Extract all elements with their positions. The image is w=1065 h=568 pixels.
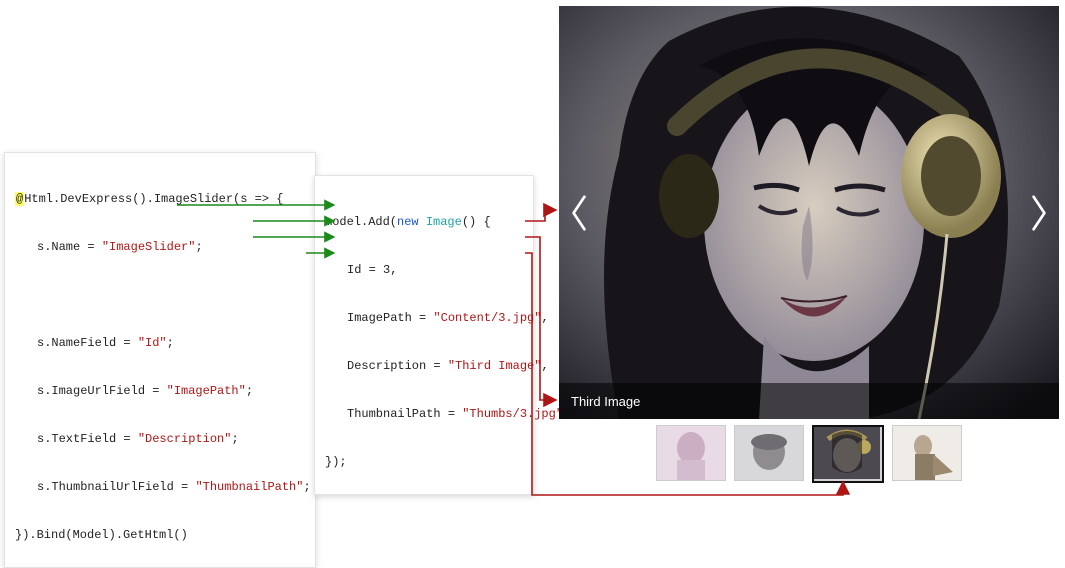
razor-at: @ <box>15 192 24 206</box>
code-text: ImagePath = <box>347 311 433 325</box>
code-text <box>419 215 426 229</box>
code-text: ; <box>231 432 238 446</box>
code-string: "Content/3.jpg" <box>433 311 541 325</box>
code-string: "Id" <box>138 336 167 350</box>
chevron-left-icon <box>568 195 590 231</box>
thumbnail-3[interactable] <box>812 425 884 483</box>
image-slider: Third Image <box>559 6 1059 483</box>
caption-bar: Third Image <box>559 383 1059 419</box>
code-text: , <box>541 359 548 373</box>
thumbnail-2[interactable] <box>734 425 804 481</box>
prev-arrow[interactable] <box>565 191 593 235</box>
code-text: Id = 3, <box>347 263 397 277</box>
code-text: Description = <box>347 359 448 373</box>
code-type: Image <box>426 215 462 229</box>
chevron-right-icon <box>1028 195 1050 231</box>
code-string: "Third Image" <box>448 359 542 373</box>
next-arrow[interactable] <box>1025 191 1053 235</box>
code-string: "ThumbnailPath" <box>195 480 303 494</box>
main-image <box>559 6 1059 419</box>
code-text: ; <box>303 480 310 494</box>
code-text: s.TextField = <box>37 432 138 446</box>
code-string: "Description" <box>138 432 232 446</box>
code-text: ThumbnailPath = <box>347 407 462 421</box>
code-box-config: @Html.DevExpress().ImageSlider(s => { s.… <box>4 152 316 568</box>
main-image-area: Third Image <box>559 6 1059 419</box>
code-box-model: model.Add(new Image() { Id = 3, ImagePat… <box>314 175 534 495</box>
code-text: ; <box>195 240 202 254</box>
thumbnail-1[interactable] <box>656 425 726 481</box>
code-text: s.ImageUrlField = <box>37 384 167 398</box>
code-text: s.NameField = <box>37 336 138 350</box>
code-text: ; <box>167 336 174 350</box>
thumbnail-4[interactable] <box>892 425 962 481</box>
code-text: Html.DevExpress().ImageSlider(s => { <box>24 192 283 206</box>
code-text: , <box>541 311 548 325</box>
code-text: }).Bind(Model).GetHtml() <box>15 528 188 542</box>
code-string: "ImagePath" <box>167 384 246 398</box>
code-keyword: new <box>397 215 419 229</box>
code-text: model.Add( <box>325 215 397 229</box>
thumbnail-strip <box>559 425 1059 483</box>
code-text: s.Name = <box>37 240 102 254</box>
code-string: "ImageSlider" <box>102 240 196 254</box>
code-text: ; <box>246 384 253 398</box>
caption-text: Third Image <box>571 394 640 409</box>
code-text: }); <box>325 455 347 469</box>
code-text: () { <box>462 215 491 229</box>
code-string: "Thumbs/3.jpg" <box>462 407 563 421</box>
diagram-stage: { "code1": { "line1_at": "@", "line1_res… <box>0 0 1065 505</box>
code-text: s.ThumbnailUrlField = <box>37 480 195 494</box>
